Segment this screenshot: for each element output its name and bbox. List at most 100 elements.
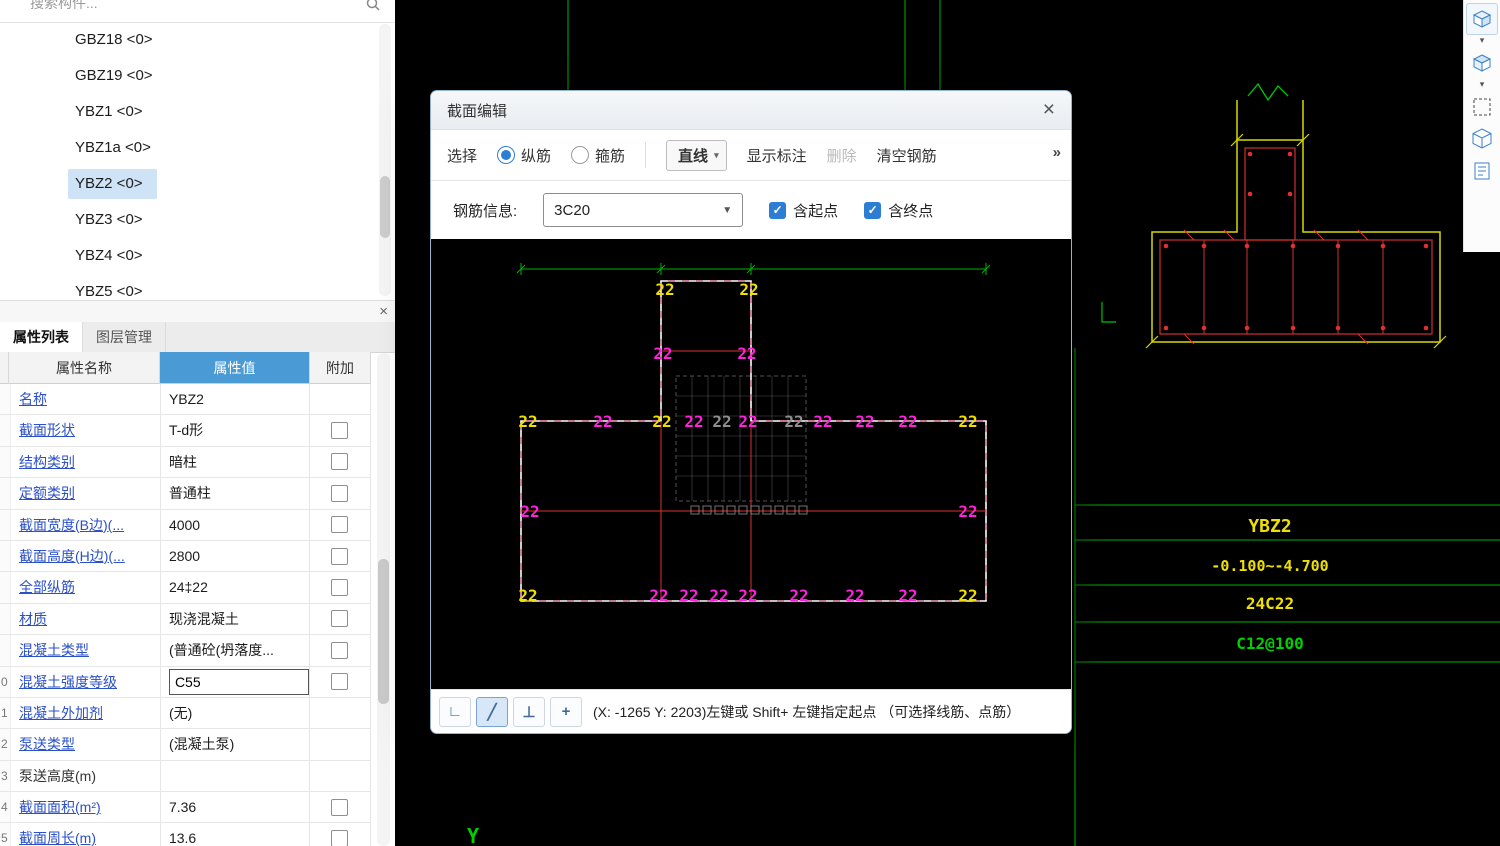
property-row[interactable]: 4 截面面积(m²) 7.36 (0, 792, 371, 824)
property-row[interactable]: 名称 YBZ2 (0, 384, 371, 416)
rebar-info-combobox[interactable]: 3C20 ▼ (543, 193, 744, 227)
property-row[interactable]: 截面高度(H边)(... 2800 (0, 540, 371, 573)
property-row[interactable]: 结构类别 暗柱 (0, 446, 371, 479)
property-value[interactable]: 13.6 (161, 823, 310, 846)
extra-checkbox[interactable] (331, 610, 349, 628)
include-start-checkbox[interactable]: ✓ 含起点 (769, 200, 838, 221)
tree-item[interactable]: YBZ5 <0> (0, 274, 395, 300)
shaded-view-dropdown-icon[interactable]: ▾ (1480, 79, 1485, 91)
point-input-icon[interactable]: + (550, 696, 582, 727)
combobox-caret-icon[interactable]: ▼ (722, 205, 732, 216)
tree-item[interactable]: YBZ2 <0> (0, 166, 395, 202)
line-draw-icon[interactable]: ╱ (476, 696, 508, 727)
property-row[interactable]: 截面宽度(B边)(... 4000 (0, 509, 371, 541)
report-check-button[interactable] (1466, 155, 1498, 187)
line-tool-button[interactable]: 直线 ▾ (666, 139, 727, 171)
extra-cell (310, 729, 371, 760)
radio-longitudinal[interactable]: 纵筋 (497, 145, 551, 166)
property-value[interactable]: 暗柱 (161, 446, 310, 478)
tab-property-list[interactable]: 属性列表 (0, 322, 83, 352)
property-row[interactable]: 混凝土类型 (普通砼(坍落度... (0, 635, 371, 667)
tree-scrollbar-thumb[interactable] (380, 176, 390, 238)
radio-stirrup[interactable]: 箍筋 (571, 145, 625, 166)
property-row[interactable]: 2 泵送类型 (混凝土泵) (0, 729, 371, 761)
extra-checkbox[interactable] (331, 422, 349, 440)
select-region-button[interactable] (1466, 91, 1498, 123)
checkbox-checked-icon: ✓ (864, 201, 882, 219)
extra-checkbox[interactable] (331, 798, 349, 816)
property-name: 截面面积(m²) (11, 792, 161, 823)
property-value[interactable] (161, 760, 310, 792)
row-number (0, 446, 11, 478)
select-tool-button[interactable]: 选择 (447, 145, 477, 166)
component-search[interactable]: 搜索构件... (0, 0, 395, 23)
extra-cell (310, 446, 371, 478)
property-value[interactable]: (普通砼(坍落度... (161, 635, 310, 666)
section-outline[interactable] (520, 280, 987, 602)
section-edit-canvas[interactable]: 22 22 22 22 22 22 22 22 22 22 22 22 22 22 22 22 22 22 22 22… (431, 239, 1071, 689)
tree-item[interactable]: GBZ18 <0> (0, 22, 395, 58)
property-value[interactable]: 普通柱 (161, 478, 310, 509)
panel-close-button[interactable]: × (379, 302, 388, 322)
tree-item[interactable]: GBZ19 <0> (0, 58, 395, 94)
tree-scrollbar[interactable] (379, 24, 391, 296)
tab-layer-management[interactable]: 图层管理 (83, 322, 166, 352)
include-end-checkbox[interactable]: ✓ 含终点 (864, 200, 933, 221)
property-name: 截面宽度(B边)(... (11, 509, 161, 540)
line-tool-label: 直线 (678, 147, 709, 165)
property-row[interactable]: 材质 现浇混凝土 (0, 603, 371, 636)
property-value[interactable]: 7.36 (161, 792, 310, 823)
extra-checkbox[interactable] (331, 830, 349, 846)
isometric-view-button[interactable] (1466, 123, 1498, 155)
chevron-down-icon[interactable]: ▾ (714, 150, 719, 161)
property-row[interactable]: 3 泵送高度(m) (0, 760, 371, 793)
property-value[interactable]: 24‡22 (161, 572, 310, 603)
property-value-input[interactable] (168, 668, 309, 695)
extra-checkbox[interactable] (331, 579, 349, 597)
property-row[interactable]: 截面形状 T-d形 (0, 415, 371, 447)
property-value[interactable]: (混凝土泵) (161, 729, 310, 760)
tree-item[interactable]: YBZ1a <0> (0, 130, 395, 166)
property-value[interactable]: 现浇混凝土 (161, 603, 310, 635)
property-value[interactable]: 4000 (161, 509, 310, 540)
dashed-selection-icon (1473, 98, 1491, 116)
extra-checkbox[interactable] (331, 547, 349, 565)
tree-item[interactable]: YBZ3 <0> (0, 202, 395, 238)
extra-checkbox[interactable] (331, 516, 349, 534)
search-placeholder: 搜索构件... (30, 0, 98, 11)
clear-rebar-button[interactable]: 清空钢筋 (877, 145, 937, 166)
shaded-view-button[interactable] (1466, 47, 1498, 79)
property-name: 定额类别 (11, 478, 161, 509)
dialog-titlebar[interactable]: 截面编辑 × (431, 91, 1071, 130)
tree-item[interactable]: YBZ1 <0> (0, 94, 395, 130)
property-row[interactable]: 1 混凝土外加剂 (无) (0, 697, 371, 730)
view-cube-button[interactable] (1466, 3, 1498, 35)
delete-button[interactable]: 删除 (827, 145, 857, 166)
property-value[interactable]: (无) (161, 697, 310, 729)
property-row[interactable]: 5 截面周长(m) 13.6 (0, 823, 371, 846)
schedule-column-name: YBZ2 (1248, 516, 1291, 537)
show-annotation-button[interactable]: 显示标注 (747, 145, 807, 166)
search-icon[interactable] (365, 0, 381, 12)
extra-checkbox[interactable] (331, 484, 349, 502)
property-value[interactable]: YBZ2 (161, 384, 310, 415)
property-value[interactable]: T-d形 (161, 415, 310, 446)
rebar-info-label: 钢筋信息: (453, 202, 518, 220)
perpendicular-snap-icon[interactable]: ⊥ (513, 696, 545, 727)
property-row[interactable]: 全部纵筋 24‡22 (0, 572, 371, 604)
property-row[interactable]: 定额类别 普通柱 (0, 478, 371, 510)
view-cube-dropdown-icon[interactable]: ▾ (1480, 35, 1485, 47)
extra-checkbox[interactable] (331, 453, 349, 471)
extra-checkbox[interactable] (331, 641, 349, 659)
dimension-line (516, 263, 991, 275)
table-scrollbar-thumb[interactable] (378, 559, 389, 704)
rebar-count-label: 22 (518, 586, 537, 605)
property-row[interactable]: 0 混凝土强度等级 (0, 666, 371, 698)
property-value[interactable]: 2800 (161, 540, 310, 572)
table-scrollbar[interactable] (377, 353, 390, 846)
toolbar-overflow-button[interactable]: » (1053, 144, 1061, 161)
dialog-close-icon[interactable]: × (1043, 99, 1055, 120)
ortho-snap-icon[interactable]: ∟ (439, 696, 471, 727)
extra-checkbox[interactable] (331, 673, 349, 691)
tree-item[interactable]: YBZ4 <0> (0, 238, 395, 274)
